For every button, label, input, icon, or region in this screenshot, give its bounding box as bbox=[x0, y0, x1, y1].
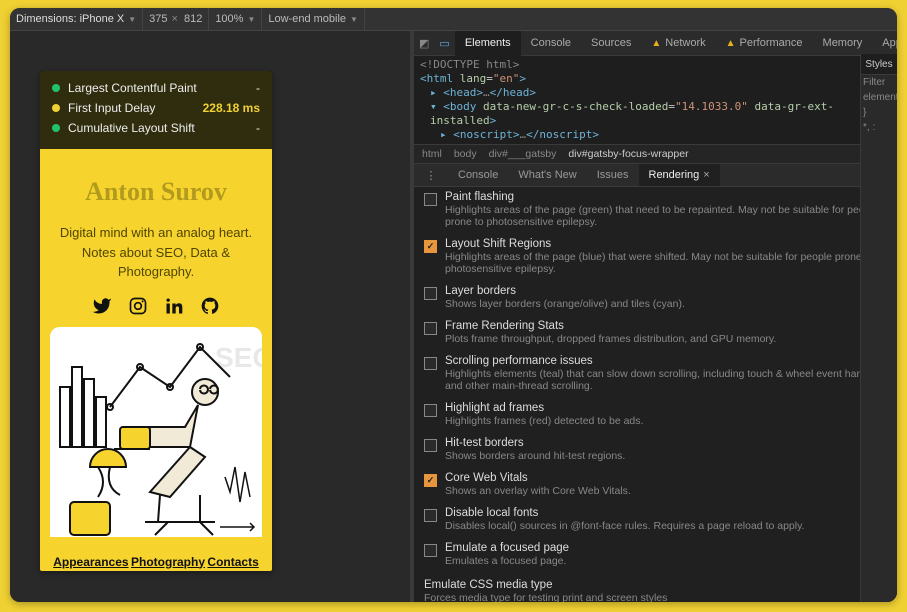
option-description: Plots frame throughput, dropped frames d… bbox=[445, 333, 776, 345]
warning-icon: ▲ bbox=[726, 38, 736, 49]
option-label: Frame Rendering Stats bbox=[445, 320, 776, 332]
option-label: Disable local fonts bbox=[445, 507, 804, 519]
status-dot-good bbox=[52, 84, 60, 92]
tab-memory[interactable]: Memory bbox=[813, 31, 873, 55]
option-description: Disables local() sources in @font-face r… bbox=[445, 520, 804, 532]
device-toggle-icon[interactable]: ▭ bbox=[434, 37, 454, 50]
checkbox-layer-borders[interactable] bbox=[424, 287, 437, 300]
device-select[interactable]: Dimensions: iPhone X▼ bbox=[10, 8, 143, 30]
tab-performance[interactable]: ▲Performance bbox=[716, 31, 813, 55]
chevron-down-icon: ▼ bbox=[247, 15, 255, 24]
styles-panel: Styles Filter element } *, : bbox=[860, 54, 897, 602]
chevron-down-icon: ▼ bbox=[128, 15, 136, 24]
option-label: Scrolling performance issues bbox=[445, 355, 887, 367]
device-width[interactable]: 375 bbox=[149, 13, 167, 25]
cwv-fid-label: First Input Delay bbox=[68, 101, 203, 115]
cwv-lcp-value: - bbox=[256, 81, 260, 95]
checkbox-ad-frames[interactable] bbox=[424, 404, 437, 417]
option-description: Shows an overlay with Core Web Vitals. bbox=[445, 485, 631, 497]
drawer-tab-issues[interactable]: Issues bbox=[587, 164, 639, 186]
page-title: Anton Surov bbox=[40, 177, 272, 207]
status-dot-warn bbox=[52, 104, 60, 112]
cwv-cls-label: Cumulative Layout Shift bbox=[68, 121, 256, 135]
github-icon[interactable] bbox=[200, 296, 220, 319]
zoom-select[interactable]: 100%▼ bbox=[209, 8, 262, 30]
checkbox-cwv[interactable] bbox=[424, 474, 437, 487]
close-icon[interactable]: × bbox=[703, 169, 709, 181]
core-web-vitals-overlay: Largest Contentful Paint- First Input De… bbox=[40, 71, 272, 149]
option-description: Highlights areas of the page (green) tha… bbox=[445, 204, 887, 228]
breadcrumb-item[interactable]: div#gatsby-focus-wrapper bbox=[568, 148, 688, 160]
dimension-separator: × bbox=[172, 13, 178, 25]
nav-link-appearances[interactable]: Appearances bbox=[53, 555, 128, 569]
cwv-cls-value: - bbox=[256, 121, 260, 135]
checkbox-focused-page[interactable] bbox=[424, 544, 437, 557]
option-description: Highlights frames (red) detected to be a… bbox=[445, 415, 643, 427]
styles-tab[interactable]: Styles bbox=[861, 54, 897, 75]
nav-link-photography[interactable]: Photography bbox=[131, 555, 205, 569]
checkbox-paint-flashing[interactable] bbox=[424, 193, 437, 206]
page-tagline: Digital mind with an analog heart. Notes… bbox=[40, 223, 272, 282]
twitter-icon[interactable] bbox=[92, 296, 112, 319]
breadcrumb-item[interactable]: div#___gatsby bbox=[489, 148, 557, 160]
throttle-select[interactable]: Low-end mobile▼ bbox=[262, 8, 365, 30]
checkbox-layout-shift[interactable] bbox=[424, 240, 437, 253]
drawer-tab-rendering[interactable]: Rendering× bbox=[639, 164, 720, 186]
warning-icon: ▲ bbox=[651, 38, 661, 49]
cwv-fid-value: 228.18 ms bbox=[203, 101, 260, 115]
tab-network[interactable]: ▲Network bbox=[641, 31, 715, 55]
rendering-panel: Paint flashingHighlights areas of the pa… bbox=[414, 187, 897, 602]
tab-application[interactable]: Application bbox=[872, 31, 897, 55]
option-description: Shows borders around hit-test regions. bbox=[445, 450, 625, 462]
status-dot-good bbox=[52, 124, 60, 132]
nav-link-contacts[interactable]: Contacts bbox=[207, 555, 258, 569]
inspect-icon[interactable]: ◩ bbox=[414, 37, 434, 50]
option-label: Highlight ad frames bbox=[445, 402, 643, 414]
device-toolbar: Dimensions: iPhone X▼ 375 × 812 100%▼ Low-… bbox=[10, 8, 897, 31]
tab-elements[interactable]: Elements bbox=[455, 31, 521, 56]
device-viewport: Anton Surov Digital mind with an analog … bbox=[10, 31, 410, 602]
styles-filter[interactable]: Filter bbox=[861, 75, 897, 90]
drawer-tab-whatsnew[interactable]: What's New bbox=[508, 164, 586, 186]
option-label: Core Web Vitals bbox=[445, 472, 631, 484]
option-label: Hit-test borders bbox=[445, 437, 625, 449]
checkbox-scroll-perf[interactable] bbox=[424, 357, 437, 370]
section-description: Forces media type for testing print and … bbox=[424, 592, 887, 602]
checkbox-frame-stats[interactable] bbox=[424, 322, 437, 335]
hero-illustration: SEO bbox=[50, 327, 262, 537]
tab-sources[interactable]: Sources bbox=[581, 31, 641, 55]
drawer-tab-console[interactable]: Console bbox=[448, 164, 508, 186]
option-description: Highlights areas of the page (blue) that… bbox=[445, 251, 887, 275]
main-panel-tabs: ◩ ▭ Elements Console Sources ▲Network ▲P… bbox=[414, 31, 897, 56]
chevron-down-icon: ▼ bbox=[350, 15, 358, 24]
option-label: Emulate a focused page bbox=[445, 542, 569, 554]
option-label: Layout Shift Regions bbox=[445, 238, 887, 250]
checkbox-local-fonts[interactable] bbox=[424, 509, 437, 522]
linkedin-icon[interactable] bbox=[164, 296, 184, 319]
section-title: Emulate CSS media type bbox=[424, 579, 887, 591]
option-description: Highlights elements (teal) that can slow… bbox=[445, 368, 887, 392]
checkbox-hittest[interactable] bbox=[424, 439, 437, 452]
breadcrumb: html body div#___gatsby div#gatsby-focus… bbox=[414, 144, 897, 164]
styles-rule: } bbox=[861, 105, 897, 120]
breadcrumb-item[interactable]: body bbox=[454, 148, 477, 160]
styles-rule: *, : bbox=[861, 120, 897, 135]
styles-rule: element bbox=[861, 90, 897, 105]
option-label: Paint flashing bbox=[445, 191, 887, 203]
tab-console[interactable]: Console bbox=[521, 31, 581, 55]
breadcrumb-item[interactable]: html bbox=[422, 148, 442, 160]
cwv-lcp-label: Largest Contentful Paint bbox=[68, 81, 256, 95]
option-label: Layer borders bbox=[445, 285, 685, 297]
dom-tree[interactable]: <!DOCTYPE html> <html lang="en"> ▸ <head… bbox=[414, 56, 897, 144]
option-description: Shows layer borders (orange/olive) and t… bbox=[445, 298, 685, 310]
drawer-tabs: ⋮ Console What's New Issues Rendering× bbox=[414, 164, 897, 187]
drawer-menu-icon[interactable]: ⋮ bbox=[414, 164, 448, 186]
instagram-icon[interactable] bbox=[128, 296, 148, 319]
option-description: Emulates a focused page. bbox=[445, 555, 569, 567]
device-height[interactable]: 812 bbox=[184, 13, 202, 25]
